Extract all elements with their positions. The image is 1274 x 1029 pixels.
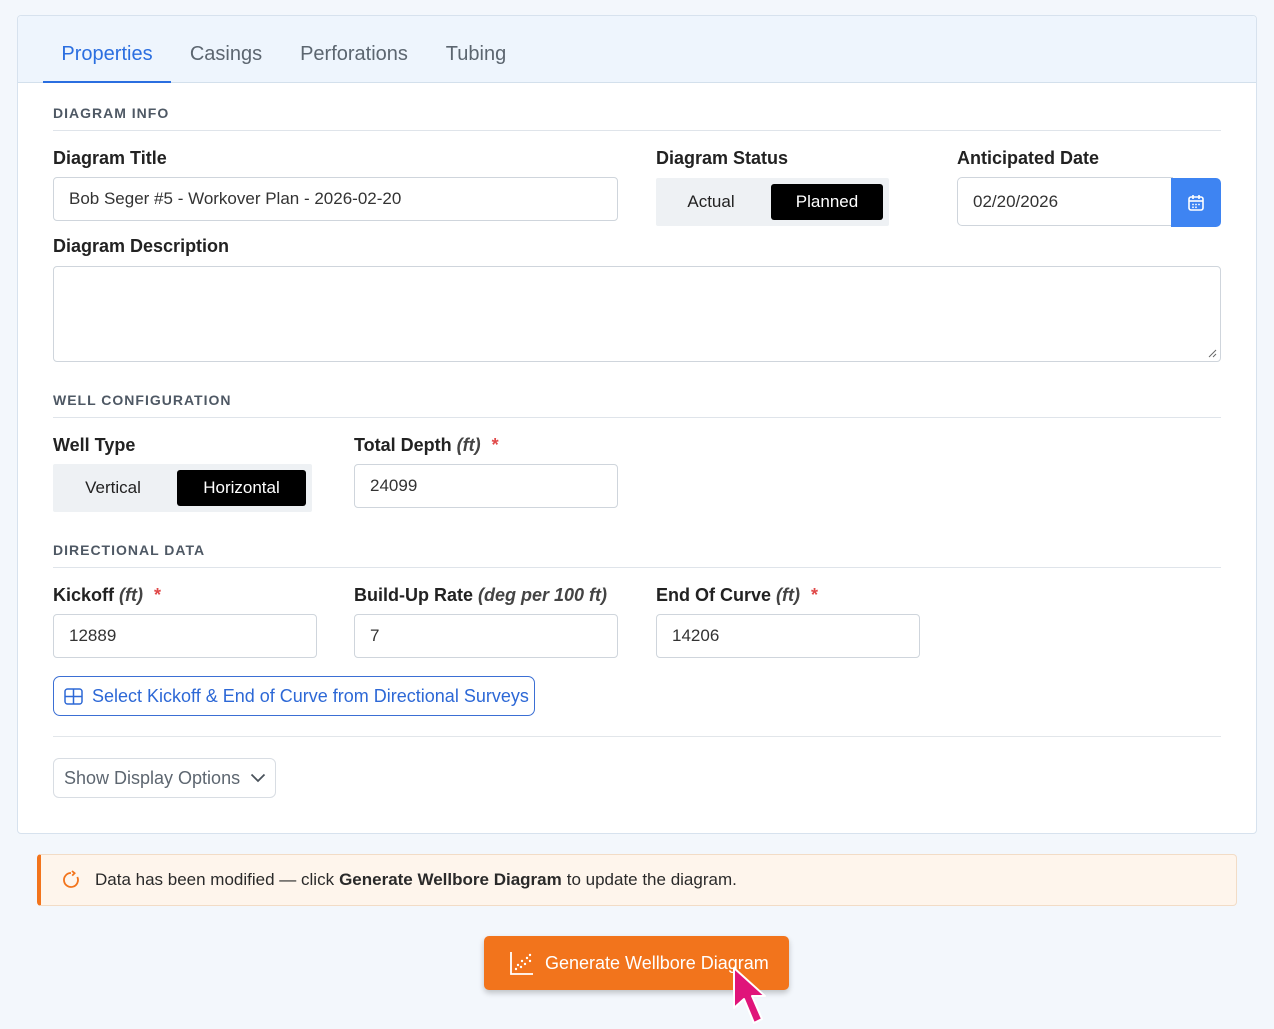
well-type-toggle: Vertical Horizontal — [53, 464, 312, 512]
tab-bar: Properties Casings Perforations Tubing — [18, 16, 1256, 83]
total-depth-label-text: Total Depth — [354, 435, 452, 455]
end-of-curve-unit: (ft) — [776, 585, 801, 605]
kickoff-unit: (ft) — [119, 585, 144, 605]
build-up-rate-label: Build-Up Rate (deg per 100 ft) — [354, 585, 607, 606]
scatter-chart-icon — [510, 952, 533, 975]
modified-notice: Data has been modified — click Generate … — [37, 854, 1237, 906]
notice-text-bold: Generate Wellbore Diagram — [339, 870, 562, 889]
directional-data-heading: DIRECTIONAL DATA — [53, 542, 1221, 568]
diagram-description-label: Diagram Description — [53, 236, 230, 256]
table-grid-icon — [64, 687, 83, 705]
well-type-vertical-button[interactable]: Vertical — [59, 470, 167, 506]
calendar-icon — [1188, 194, 1204, 211]
build-up-rate-label-text: Build-Up Rate — [354, 585, 473, 605]
well-type-horizontal-button[interactable]: Horizontal — [177, 470, 306, 506]
anticipated-date-label: Anticipated Date — [957, 148, 1100, 168]
diagram-info-heading: DIAGRAM INFO — [53, 105, 1221, 131]
diagram-title-input[interactable]: Bob Seger #5 - Workover Plan - 2026-02-2… — [53, 177, 618, 221]
date-picker-button[interactable] — [1171, 178, 1221, 227]
properties-card: Properties Casings Perforations Tubing D… — [17, 15, 1257, 834]
show-display-options-button[interactable]: Show Display Options — [53, 758, 276, 798]
select-from-surveys-button[interactable]: Select Kickoff & End of Curve from Direc… — [53, 676, 535, 716]
kickoff-input[interactable]: 12889 — [53, 614, 317, 658]
well-type-label: Well Type — [53, 435, 136, 455]
tab-tubing[interactable]: Tubing — [437, 16, 515, 83]
end-of-curve-label-text: End Of Curve — [656, 585, 772, 605]
chevron-down-icon — [250, 773, 266, 783]
end-of-curve-label: End Of Curve (ft) * — [656, 585, 818, 606]
required-marker: * — [154, 585, 162, 605]
well-configuration-heading: WELL CONFIGURATION — [53, 392, 1221, 418]
build-up-rate-unit: (deg per 100 ft) — [478, 585, 608, 605]
kickoff-label: Kickoff (ft) * — [53, 585, 161, 606]
anticipated-date-input[interactable]: 02/20/2026 — [957, 177, 1173, 226]
tab-properties[interactable]: Properties — [43, 16, 171, 83]
status-actual-button[interactable]: Actual — [662, 184, 760, 220]
mouse-pointer-icon — [733, 967, 766, 1024]
kickoff-label-text: Kickoff — [53, 585, 115, 605]
required-marker: * — [811, 585, 819, 605]
diagram-description-textarea[interactable] — [53, 266, 1221, 362]
required-marker: * — [491, 435, 499, 455]
select-from-surveys-label: Select Kickoff & End of Curve from Direc… — [92, 685, 529, 706]
end-of-curve-input[interactable]: 14206 — [656, 614, 920, 658]
total-depth-unit: (ft) — [456, 435, 481, 455]
build-up-rate-input[interactable]: 7 — [354, 614, 618, 658]
total-depth-input[interactable]: 24099 — [354, 464, 618, 508]
options-divider — [53, 736, 1221, 737]
tab-casings[interactable]: Casings — [181, 16, 271, 83]
tab-perforations[interactable]: Perforations — [291, 16, 417, 83]
total-depth-label: Total Depth (ft) * — [354, 435, 499, 456]
diagram-title-label: Diagram Title — [53, 148, 167, 168]
show-display-options-label: Show Display Options — [64, 767, 241, 788]
refresh-icon — [61, 870, 81, 890]
diagram-status-toggle: Actual Planned — [656, 178, 889, 226]
notice-text-suffix: to update the diagram. — [566, 870, 737, 889]
status-planned-button[interactable]: Planned — [771, 184, 883, 220]
diagram-status-label: Diagram Status — [656, 148, 789, 168]
resize-grip-icon[interactable] — [1208, 349, 1217, 358]
notice-text-prefix: Data has been modified — click — [95, 870, 335, 889]
